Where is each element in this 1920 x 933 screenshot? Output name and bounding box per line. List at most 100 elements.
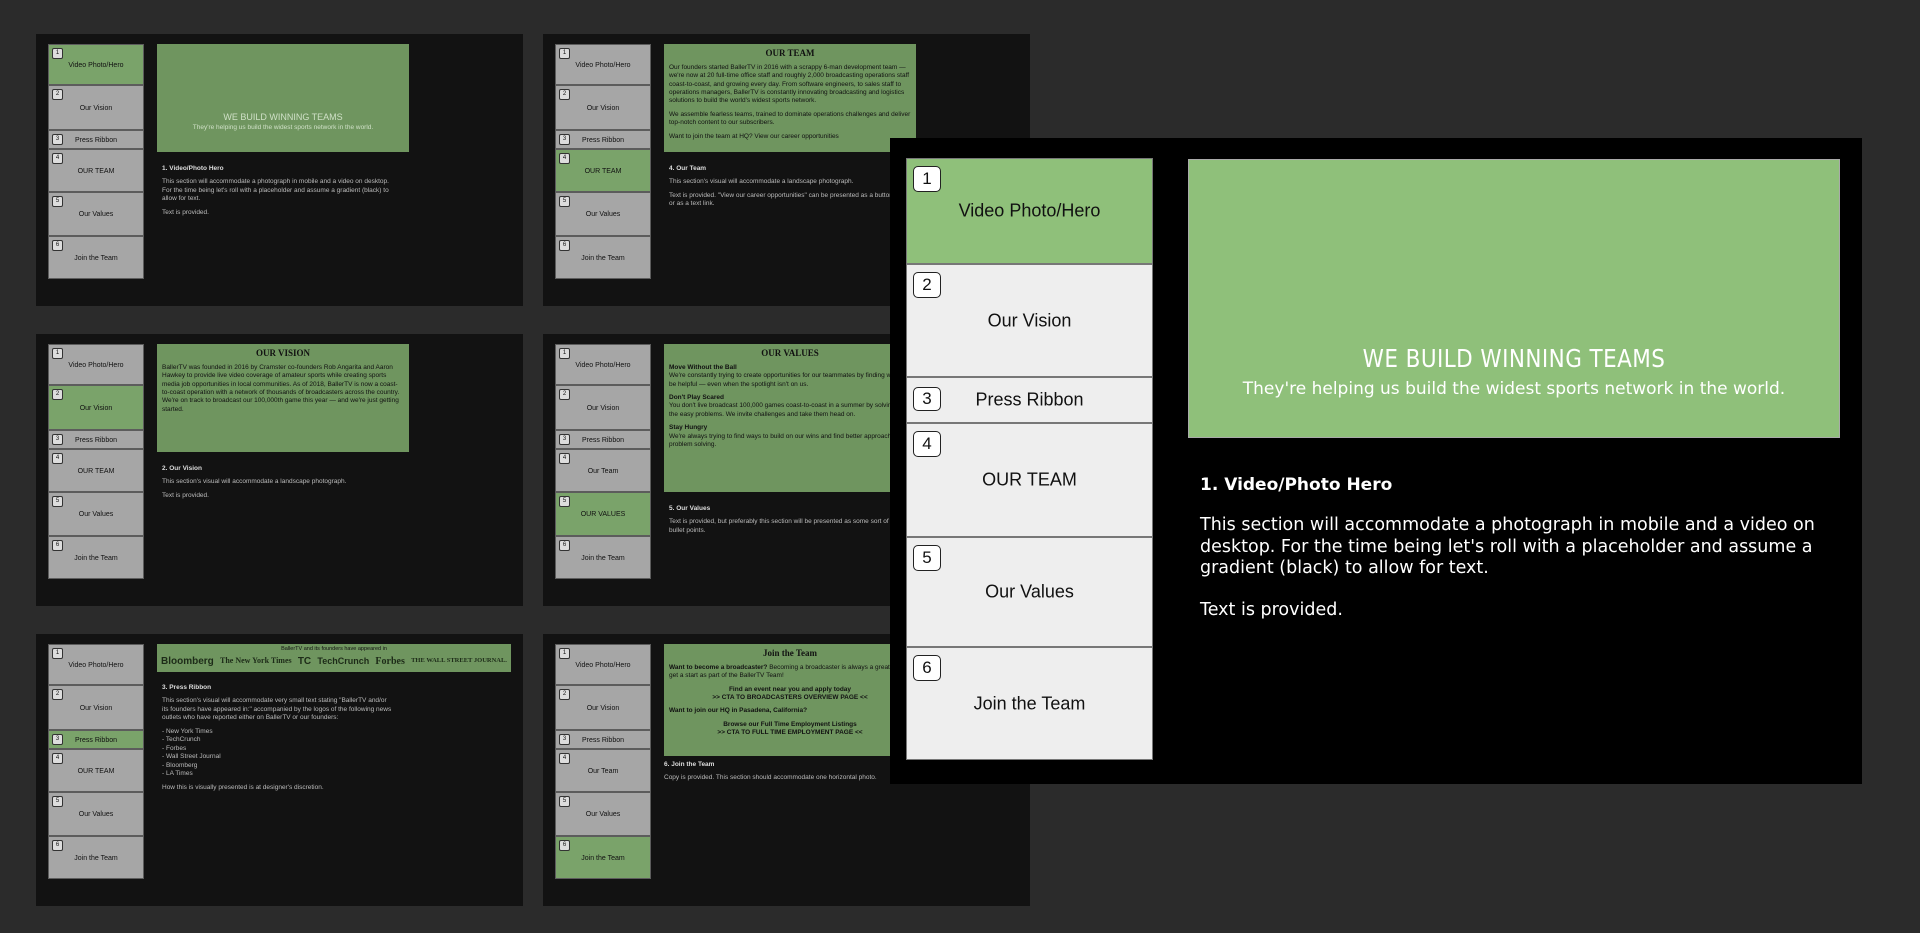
thumb-card-text: Our founders started BallerTV in 2016 wi… (669, 63, 910, 105)
nav-item-our-team[interactable]: 4 OUR TEAM (906, 423, 1153, 537)
nav-label: OUR TEAM (982, 469, 1077, 490)
thumb-nav-item[interactable]: 3 Press Ribbon (48, 130, 144, 149)
thumb-nav-label: OUR TEAM (584, 167, 622, 175)
thumb-nav-item[interactable]: 6 Join the Team (555, 236, 651, 279)
nav-item-video-photo-hero[interactable]: 1 Video Photo/Hero (906, 158, 1153, 264)
thumb-nav-label: Our Vision (79, 404, 113, 412)
thumb-nav-item[interactable]: 3 Press Ribbon (555, 430, 651, 449)
join-question: Want to join our HQ in Pasadena, Califor… (669, 707, 808, 715)
thumb-nav-item[interactable]: 5 OUR VALUES (555, 492, 651, 536)
thumb-nav-num: 6 (52, 240, 63, 251)
thumb-nav-item[interactable]: 5 Our Values (48, 792, 144, 836)
thumb-nav-item[interactable]: 5 Our Values (555, 792, 651, 836)
thumb-nav-item[interactable]: 2 Our Vision (555, 685, 651, 730)
thumb-nav-label: Press Ribbon (581, 436, 625, 444)
thumb-nav-item[interactable]: 2 Our Vision (555, 85, 651, 130)
nav-number: 6 (913, 655, 941, 681)
thumb-nav-item[interactable]: 3 Press Ribbon (48, 730, 144, 749)
thumb-nav-item[interactable]: 6 Join the Team (48, 536, 144, 579)
nav-label: Video Photo/Hero (958, 200, 1101, 221)
thumb-nav-item[interactable]: 4 OUR TEAM (555, 149, 651, 192)
thumb-nav-item[interactable]: 6 Join the Team (48, 236, 144, 279)
thumb-nav-item[interactable]: 4 OUR TEAM (48, 749, 144, 792)
thumb-nav-item[interactable]: 6 Join the Team (555, 836, 651, 879)
thumb-nav-item[interactable]: 5 Our Values (555, 192, 651, 236)
thumb-nav-num: 2 (559, 689, 570, 700)
wsj-logo: THE WALL STREET JOURNAL. (411, 657, 507, 665)
thumb-nav-num: 6 (559, 240, 570, 251)
thumb-nav-label: Our Vision (586, 404, 620, 412)
thumb-nav-item[interactable]: 4 OUR TEAM (48, 149, 144, 192)
thumb-nav-num: 6 (559, 540, 570, 551)
thumb-value-text: You don't live broadcast 100,000 games c… (669, 402, 909, 418)
board-hero: 1 Video Photo/Hero 2 Our Vision 3 Press Rib… (36, 34, 523, 306)
nav-number: 2 (913, 272, 941, 298)
nav-item-join-the-team[interactable]: 6 Join the Team (906, 647, 1153, 760)
thumb-nav-label: Video Photo/Hero (68, 661, 124, 669)
thumb-section-title: 5. Our Values (669, 505, 711, 512)
thumb-nav-num: 4 (559, 453, 570, 464)
thumb-nav-item[interactable]: 2 Our Vision (555, 385, 651, 430)
thumb-nav-label: Press Ribbon (74, 736, 118, 744)
thumb-nav-item[interactable]: 4 Our Team (555, 749, 651, 792)
broadcaster-cta-link[interactable]: >> CTA TO BROADCASTERS OVERVIEW PAGE << (669, 694, 911, 702)
thumb-nav-label: OUR TEAM (77, 467, 115, 475)
thumb-nav-num: 6 (52, 540, 63, 551)
thumb-nav-num: 4 (559, 753, 570, 764)
thumb-nav-item[interactable]: 2 Our Vision (48, 85, 144, 130)
section-title: 1. Video/Photo Hero (1200, 475, 1393, 495)
thumb-nav-item[interactable]: 6 Join the Team (48, 836, 144, 879)
press-list-item: - Wall Street Journal (162, 753, 221, 761)
thumb-section-extra: Text is provided. "View our career oppor… (669, 191, 893, 208)
nav-item-our-values[interactable]: 5 Our Values (906, 537, 1153, 647)
section-body: This section will accommodate a photogra… (1200, 515, 1815, 578)
thumb-nav-num: 1 (559, 348, 570, 359)
nav-number: 4 (913, 431, 941, 457)
thumb-nav-item[interactable]: 1 Video Photo/Hero (48, 44, 144, 85)
thumb-hero-title: WE BUILD WINNING TEAMS (223, 112, 343, 122)
thumb-nav-num: 1 (52, 348, 63, 359)
thumb-nav-item[interactable]: 2 Our Vision (48, 685, 144, 730)
thumb-nav-item[interactable]: 3 Press Ribbon (555, 130, 651, 149)
employment-cta-link[interactable]: >> CTA TO FULL TIME EMPLOYMENT PAGE << (669, 729, 911, 737)
thumb-nav-item[interactable]: 4 Our Team (555, 449, 651, 492)
thumb-nav-item[interactable]: 1 Video Photo/Hero (555, 644, 651, 685)
thumb-nav-label: OUR TEAM (77, 167, 115, 175)
thumb-hero-card: WE BUILD WINNING TEAMS They're helping u… (157, 44, 409, 152)
thumb-nav-label: Video Photo/Hero (68, 61, 124, 69)
thumb-nav-item[interactable]: 1 Video Photo/Hero (48, 344, 144, 385)
thumb-nav-num: 6 (559, 840, 570, 851)
thumb-nav-num: 4 (52, 153, 63, 164)
thumb-nav-item[interactable]: 3 Press Ribbon (48, 430, 144, 449)
nav-item-press-ribbon[interactable]: 3 Press Ribbon (906, 377, 1153, 423)
thumb-nav-item[interactable]: 1 Video Photo/Hero (555, 344, 651, 385)
join-question: Want to become a broadcaster? (669, 663, 768, 671)
thumb-nav-item[interactable]: 1 Video Photo/Hero (48, 644, 144, 685)
thumb-nav-item[interactable]: 5 Our Values (48, 492, 144, 536)
thumb-nav-label: Our Values (78, 811, 114, 819)
press-caption: BallerTV and its founders have appeared … (281, 646, 387, 652)
thumb-nav-item[interactable]: 5 Our Values (48, 192, 144, 236)
thumb-nav-num: 5 (52, 496, 63, 507)
thumb-nav-label: Join the Team (581, 254, 625, 262)
thumb-value-title: Move Without the Ball (669, 363, 737, 371)
thumb-nav-item[interactable]: 4 OUR TEAM (48, 449, 144, 492)
section-description: 1. Video/Photo Hero This section will ac… (1200, 475, 1820, 620)
thumb-card-link[interactable]: Want to join the team at HQ? View our ca… (669, 133, 911, 141)
nav-item-our-vision[interactable]: 2 Our Vision (906, 264, 1153, 377)
thumb-nav-item[interactable]: 3 Press Ribbon (555, 730, 651, 749)
thumb-sidebar: 1 Video Photo/Hero 2 Our Vision 3 Press Rib… (48, 644, 144, 879)
thumb-nav-label: Our Values (585, 811, 621, 819)
thumb-nav-item[interactable]: 2 Our Vision (48, 385, 144, 430)
thumb-nav-num: 2 (52, 689, 63, 700)
press-list-item: - Bloomberg (162, 761, 198, 769)
thumb-nav-label: Our Vision (79, 704, 113, 712)
nav-label: Press Ribbon (975, 389, 1084, 410)
hero-title: WE BUILD WINNING TEAMS (1362, 344, 1666, 373)
thumb-sidebar: 1 Video Photo/Hero 2 Our Vision 3 Press Rib… (48, 344, 144, 579)
thumb-nav-item[interactable]: 6 Join the Team (555, 536, 651, 579)
thumb-nav-num: 2 (52, 89, 63, 100)
thumb-nav-item[interactable]: 1 Video Photo/Hero (555, 44, 651, 85)
thumb-nav-num: 5 (52, 196, 63, 207)
thumb-nav-label: Video Photo/Hero (68, 361, 124, 369)
